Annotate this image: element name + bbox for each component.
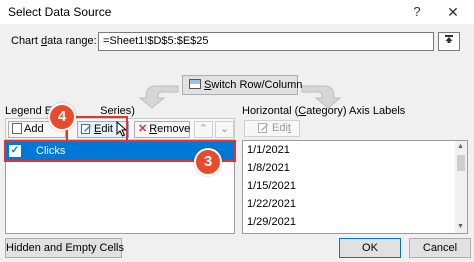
list-item: 1/29/2021 xyxy=(247,216,296,228)
edit-axis-labels-button[interactable]: Edit xyxy=(244,120,300,137)
collapse-dialog-button[interactable] xyxy=(438,32,460,51)
remove-x-icon: ✕ xyxy=(138,123,148,135)
edit-axis-icon xyxy=(258,123,268,133)
axis-labels-list[interactable]: 1/1/2021 1/8/2021 1/15/2021 1/22/2021 1/… xyxy=(242,140,468,234)
chart-data-range-input[interactable]: =Sheet1!$D$5:$E$25 xyxy=(98,32,434,51)
scroll-thumb[interactable] xyxy=(457,155,465,171)
axis-list-scrollbar[interactable]: ▲ ▼ xyxy=(455,141,467,233)
chevron-down-icon: ⌄ xyxy=(219,123,230,135)
move-down-button[interactable]: ⌄ xyxy=(215,121,234,138)
axis-labels-header: Horizontal (Category) Axis Labels xyxy=(242,105,406,117)
title-bar: Select Data Source ? ✕ xyxy=(0,0,474,24)
remove-series-button[interactable]: ✕ Remove xyxy=(134,121,190,138)
close-button[interactable]: ✕ xyxy=(443,2,463,22)
list-item: 1/8/2021 xyxy=(247,162,290,174)
dialog-title: Select Data Source xyxy=(8,5,112,19)
switch-table-icon xyxy=(189,79,201,89)
switch-row-column-button[interactable]: Switch Row/Column xyxy=(182,75,302,95)
move-up-button[interactable]: ⌃ xyxy=(194,121,213,138)
chart-data-range-label: Chart data range: xyxy=(11,35,97,47)
cancel-button[interactable]: Cancel xyxy=(409,238,471,258)
hidden-empty-cells-button[interactable]: Hidden and Empty Cells xyxy=(5,238,124,258)
scroll-up-icon[interactable]: ▲ xyxy=(457,143,464,150)
add-icon xyxy=(12,123,22,134)
scroll-down-icon[interactable]: ▼ xyxy=(457,223,464,230)
collapse-icon xyxy=(445,35,453,43)
callout-badge-4: 4 xyxy=(48,103,76,131)
list-item: 1/15/2021 xyxy=(247,180,296,192)
ok-button[interactable]: OK xyxy=(339,238,401,258)
callout-badge-3: 3 xyxy=(194,148,222,176)
help-button[interactable]: ? xyxy=(407,2,427,22)
list-item: 1/1/2021 xyxy=(247,144,290,156)
chevron-up-icon: ⌃ xyxy=(198,123,209,135)
list-item: 1/22/2021 xyxy=(247,198,296,210)
